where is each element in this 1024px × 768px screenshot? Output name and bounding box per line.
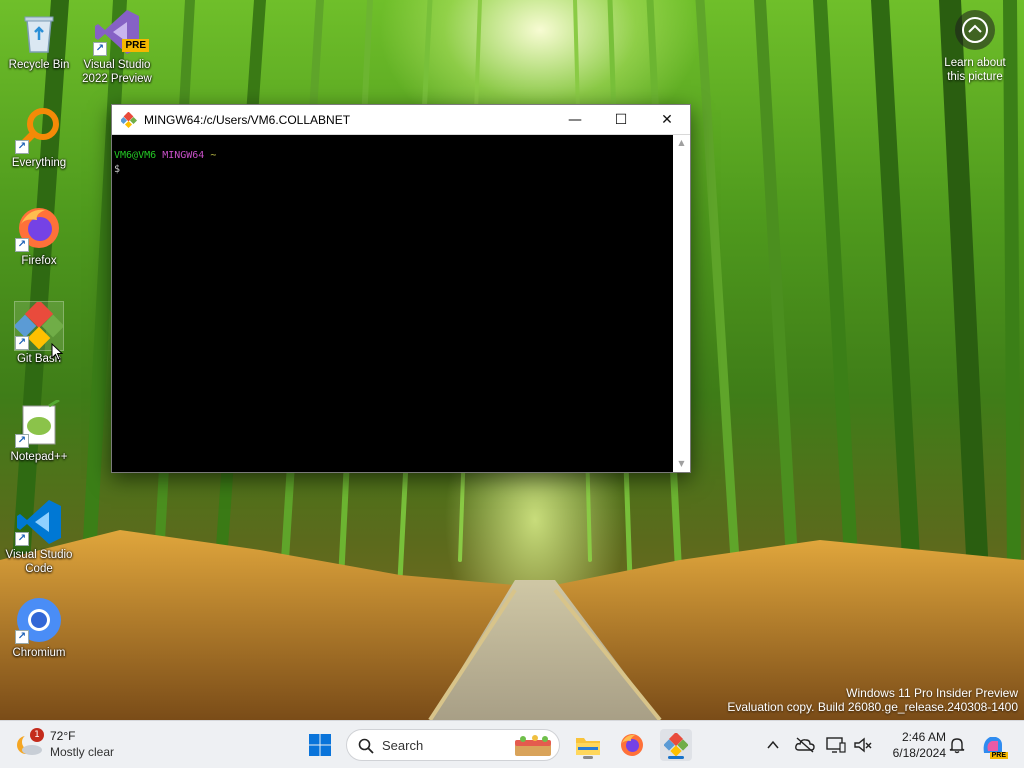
notification-bell-icon[interactable] bbox=[948, 736, 966, 754]
prompt-path: ~ bbox=[210, 150, 217, 161]
maximize-button[interactable]: ☐ bbox=[598, 105, 644, 135]
windows-watermark: Windows 11 Pro Insider Preview Evaluatio… bbox=[727, 686, 1018, 714]
shortcut-arrow-icon: ↗ bbox=[15, 630, 29, 644]
watermark-line-2: Evaluation copy. Build 26080.ge_release.… bbox=[727, 700, 1018, 714]
terminal-output[interactable]: VM6@VM6 MINGW64 ~ $ bbox=[112, 135, 673, 472]
git-bash-icon bbox=[121, 111, 137, 128]
weather-temperature: 72°F bbox=[50, 729, 76, 743]
scroll-down-arrow-icon[interactable]: ▼ bbox=[673, 456, 690, 472]
magnifier-icon: ↗ bbox=[15, 106, 63, 154]
taskbar-file-explorer[interactable] bbox=[572, 729, 604, 761]
learn-about-picture[interactable]: Learn about this picture bbox=[936, 10, 1014, 84]
folder-icon bbox=[576, 738, 600, 755]
desktop-icon-recycle-bin[interactable]: Recycle Bin bbox=[0, 8, 78, 72]
shortcut-arrow-icon: ↗ bbox=[93, 42, 107, 56]
prompt-host: MINGW64 bbox=[162, 150, 205, 161]
desktop-icon-chromium[interactable]: ↗ Chromium bbox=[0, 596, 78, 660]
shortcut-arrow-icon: ↗ bbox=[15, 532, 29, 546]
minimize-button[interactable]: — bbox=[552, 105, 598, 135]
firefox-icon bbox=[621, 734, 643, 756]
shortcut-arrow-icon: ↗ bbox=[15, 434, 29, 448]
taskbar: 1 72°F Mostly clear Search 2:46 AM 6/18/… bbox=[0, 720, 1024, 768]
running-indicator bbox=[583, 756, 593, 759]
windows-logo-icon bbox=[309, 734, 331, 756]
firefox-icon: ↗ bbox=[15, 204, 63, 252]
onedrive-offline-icon[interactable] bbox=[795, 736, 815, 754]
desktop-icon-label: Everything bbox=[11, 157, 67, 169]
scroll-up-arrow-icon[interactable]: ▲ bbox=[673, 135, 690, 151]
vertical-scrollbar[interactable]: ▲ ▼ bbox=[673, 135, 690, 472]
taskbar-clock[interactable]: 2:46 AM 6/18/2024 bbox=[876, 729, 946, 761]
weather-condition: Mostly clear bbox=[50, 745, 115, 759]
desktop-icon-visual-studio-code[interactable]: ↗ Visual Studio Code bbox=[0, 498, 78, 576]
desktop-icon-label: Visual Studio Code bbox=[5, 549, 73, 575]
mouse-cursor-icon bbox=[51, 343, 63, 361]
vscode-icon: ↗ bbox=[15, 498, 63, 546]
desktop-icon-label: Firefox bbox=[21, 255, 57, 267]
recycle-bin-icon bbox=[15, 8, 63, 56]
learn-about-picture-label: Learn about this picture bbox=[944, 57, 1006, 83]
notepad-plus-plus-icon: ↗ bbox=[15, 398, 63, 448]
search-label: Search bbox=[382, 738, 424, 753]
desktop-icon-notepad-plus-plus[interactable]: ↗ Notepad++ bbox=[0, 398, 78, 464]
git-bash-terminal-window[interactable]: MINGW64:/c/Users/VM6.COLLABNET — ☐ ✕ VM6… bbox=[111, 104, 691, 473]
start-button[interactable] bbox=[304, 729, 336, 761]
input-line: $ bbox=[114, 163, 671, 177]
close-button[interactable]: ✕ bbox=[644, 105, 690, 135]
desktop-icon-label: Chromium bbox=[12, 647, 66, 659]
taskbar-git-bash[interactable] bbox=[660, 729, 692, 761]
shortcut-arrow-icon: ↗ bbox=[15, 336, 29, 350]
copilot-button[interactable]: PRE bbox=[980, 733, 1008, 759]
search-highlight-cake-icon bbox=[515, 735, 551, 756]
taskbar-search-box[interactable]: Search bbox=[346, 729, 560, 761]
clock-date: 6/18/2024 bbox=[892, 746, 946, 760]
weather-notification-badge: 1 bbox=[30, 728, 44, 742]
desktop-icon-firefox[interactable]: ↗ Firefox bbox=[0, 204, 78, 268]
camera-info-icon bbox=[955, 10, 995, 50]
shortcut-arrow-icon: ↗ bbox=[15, 238, 29, 252]
visual-studio-icon: PRE ↗ bbox=[93, 8, 149, 56]
clock-time: 2:46 AM bbox=[901, 730, 946, 744]
desktop-icon-label: Notepad++ bbox=[10, 451, 68, 463]
prompt-line: VM6@VM6 MINGW64 ~ bbox=[114, 149, 671, 163]
shortcut-arrow-icon: ↗ bbox=[15, 140, 29, 154]
desktop-icon-visual-studio-2022-preview[interactable]: PRE ↗ Visual Studio 2022 Preview bbox=[78, 8, 156, 86]
running-indicator bbox=[668, 756, 684, 759]
desktop-icon-everything[interactable]: ↗ Everything bbox=[0, 106, 78, 170]
prompt-symbol: $ bbox=[114, 164, 121, 175]
desktop-icon-git-bash[interactable]: ↗ Git Bash bbox=[0, 299, 78, 366]
watermark-line-1: Windows 11 Pro Insider Preview bbox=[846, 686, 1018, 700]
chromium-icon: ↗ bbox=[15, 596, 63, 644]
volume-muted-icon[interactable] bbox=[853, 736, 873, 754]
copilot-preview-badge: PRE bbox=[989, 752, 1008, 759]
weather-widget[interactable]: 1 72°F Mostly clear bbox=[14, 727, 144, 763]
preview-badge: PRE bbox=[122, 39, 149, 52]
git-bash-icon bbox=[664, 733, 688, 757]
chevron-up-icon[interactable] bbox=[766, 738, 780, 752]
prompt-user: VM6@VM6 bbox=[114, 150, 157, 161]
window-titlebar[interactable]: MINGW64:/c/Users/VM6.COLLABNET — ☐ ✕ bbox=[112, 105, 690, 135]
window-title: MINGW64:/c/Users/VM6.COLLABNET bbox=[144, 112, 351, 127]
desktop-icon-label: Visual Studio 2022 Preview bbox=[82, 59, 152, 85]
taskbar-firefox[interactable] bbox=[616, 729, 648, 761]
desktop-icon-label: Recycle Bin bbox=[8, 59, 70, 71]
network-monitor-icon[interactable] bbox=[826, 736, 846, 754]
search-icon bbox=[358, 738, 374, 754]
